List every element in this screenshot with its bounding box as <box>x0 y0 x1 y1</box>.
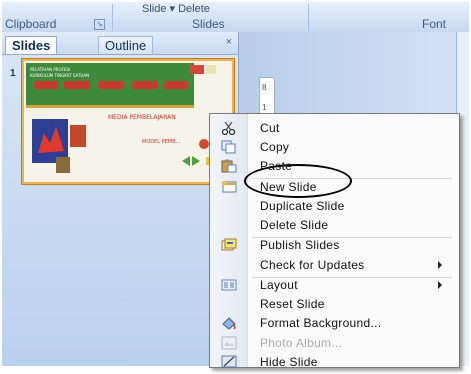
thumb-subtitle: MODEL PEMB... <box>142 139 181 145</box>
menu-item-label: Publish Slides <box>260 238 340 252</box>
menu-item-label: Hide Slide <box>260 355 318 369</box>
slide-thumbnail-art: PELATIHAN PROFESI KURIKULUM TINGKAT SATU… <box>24 61 232 182</box>
pane-tabs: Slides Outline × <box>2 32 238 55</box>
menu-item-label: Photo Album... <box>260 336 343 350</box>
hide-slide-icon <box>221 355 237 369</box>
menu-item-reset-slide[interactable]: Reset Slide <box>210 294 459 314</box>
scissors-icon <box>221 121 237 136</box>
menu-item-label: Check for Updates <box>260 258 365 272</box>
context-menu: Cut Copy Paste New Slide Duplicate Slide… <box>209 113 460 369</box>
submenu-arrow-icon <box>438 281 442 289</box>
menu-item-cut[interactable]: Cut <box>210 118 459 138</box>
tab-outline[interactable]: Outline <box>98 36 154 54</box>
menu-item-format-background[interactable]: Format Background... <box>210 313 459 333</box>
ribbon: Slide ▾ Delete Clipboard ↘ Slides Font <box>2 2 469 33</box>
group-divider <box>112 4 113 31</box>
menu-item-copy[interactable]: Copy <box>210 137 459 157</box>
format-background-icon <box>221 316 237 330</box>
tab-slides[interactable]: Slides <box>5 36 58 54</box>
group-label-font: Font <box>422 17 447 31</box>
menu-item-label: Duplicate Slide <box>260 199 345 213</box>
photo-album-icon <box>221 336 237 350</box>
menu-item-label: Delete Slide <box>260 218 329 232</box>
submenu-arrow-icon <box>438 261 442 269</box>
menu-item-layout[interactable]: Layout <box>210 275 459 295</box>
highlight-oval <box>244 164 352 198</box>
slide-thumbnail[interactable]: PELATIHAN PROFESI KURIKULUM TINGKAT SATU… <box>22 59 234 184</box>
menu-item-check-for-updates[interactable]: Check for Updates <box>210 255 459 275</box>
thumb-header-line-1: PELATIHAN PROFESI <box>30 67 70 72</box>
group-label-clipboard: Clipboard <box>5 17 57 31</box>
close-pane-icon[interactable]: × <box>226 36 232 48</box>
thumb-title: MEDIA PEMBELAJARAN <box>108 114 176 121</box>
menu-item-duplicate-slide[interactable]: Duplicate Slide <box>210 196 459 216</box>
paste-icon <box>221 159 237 173</box>
slide-number: 1 <box>10 68 16 79</box>
menu-item-publish-slides[interactable]: Publish Slides <box>210 235 459 255</box>
menu-item-label: Copy <box>260 140 290 154</box>
thumb-header-line-2: KURIKULUM TINGKAT SATUAN <box>30 73 89 78</box>
menu-item-label: Reset Slide <box>260 297 325 311</box>
ribbon-top-cutoff: Slide ▾ Delete <box>142 3 210 14</box>
layout-icon <box>221 278 237 292</box>
copy-icon <box>221 140 237 154</box>
clipboard-launcher-icon[interactable]: ↘ <box>94 19 105 30</box>
ruler-tick: 1 <box>262 103 267 112</box>
menu-item-label: Layout <box>260 278 298 292</box>
group-divider <box>308 4 309 31</box>
menu-item-label: Format Background... <box>260 316 382 330</box>
menu-item-label: Cut <box>260 121 280 135</box>
ruler-tick: 8 <box>262 83 267 92</box>
menu-item-photo-album: Photo Album... <box>210 333 459 353</box>
new-slide-icon <box>221 180 237 194</box>
group-label-slides: Slides <box>192 17 225 31</box>
slides-pane: Slides Outline × 1 PELATIHAN PROFESI KUR… <box>2 32 239 366</box>
publish-slides-icon <box>221 238 237 252</box>
menu-item-delete-slide[interactable]: Delete Slide <box>210 215 459 235</box>
menu-item-hide-slide[interactable]: Hide Slide <box>210 352 459 372</box>
